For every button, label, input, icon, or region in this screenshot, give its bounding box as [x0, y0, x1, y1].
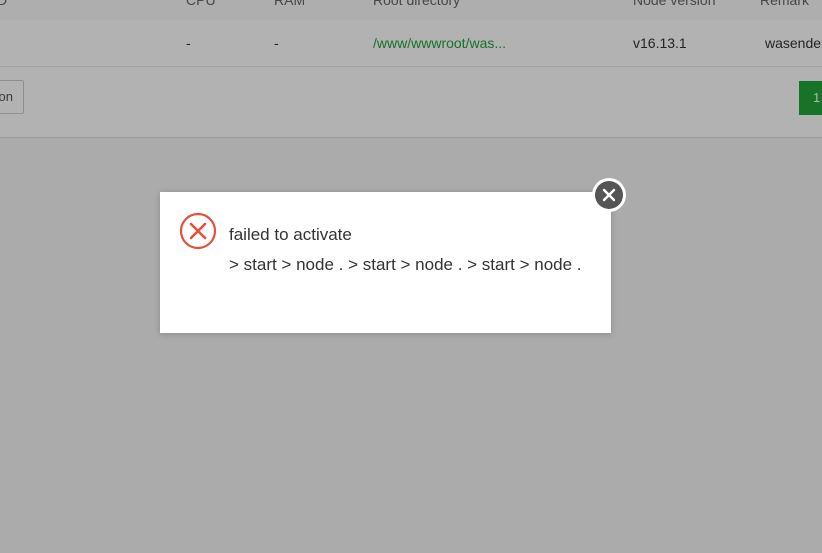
- page: D CPU RAM Root directory Node version Re…: [0, 0, 822, 553]
- dialog-message: failed to activate > start > node . > st…: [229, 220, 591, 280]
- close-icon: [595, 181, 623, 209]
- dialog-message-detail: > start > node . > start > node . > star…: [229, 255, 582, 274]
- dialog-message-title: failed to activate: [229, 225, 352, 244]
- error-dialog: failed to activate > start > node . > st…: [160, 192, 611, 333]
- dialog-close-button[interactable]: [592, 178, 626, 212]
- error-circle-icon: [179, 212, 217, 250]
